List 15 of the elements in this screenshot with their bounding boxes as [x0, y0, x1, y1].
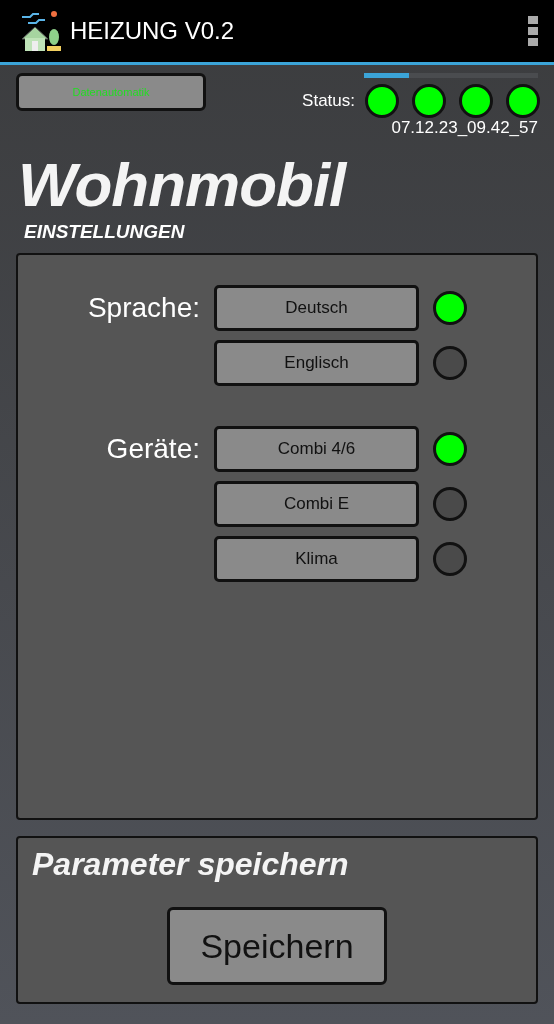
section-heading: EINSTELLUNGEN [24, 221, 186, 243]
option-button[interactable]: Deutsch [214, 285, 419, 331]
setting-label: Sprache: [87, 292, 200, 324]
option-button[interactable]: Klima [214, 536, 419, 582]
option-button[interactable]: Combi E [214, 481, 419, 527]
option-button[interactable]: Englisch [214, 340, 419, 386]
option-button[interactable]: Combi 4/6 [214, 426, 419, 472]
status-label: Status: [302, 91, 355, 111]
save-button[interactable]: Speichern [167, 907, 387, 985]
page-heading: Wohnmobil [18, 149, 349, 221]
app-title: HEIZUNG V0.2 [70, 17, 236, 45]
timestamp: 07.12.23_09.42_57 [391, 118, 538, 138]
save-title: Parameter speichern [32, 846, 349, 883]
setting-label: Geräte: [106, 433, 200, 465]
menu-icon[interactable] [528, 16, 538, 46]
